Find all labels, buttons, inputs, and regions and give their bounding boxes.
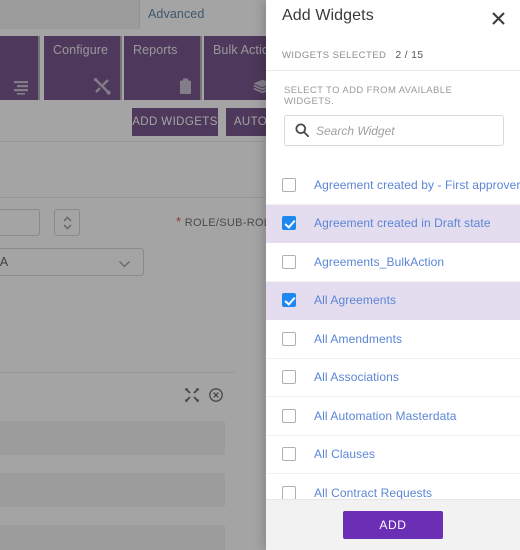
list-item-label[interactable]: All Associations (314, 370, 399, 384)
quantity-input[interactable]: 1 (0, 209, 40, 236)
nav-tile-label: Reports (133, 43, 178, 57)
nav-tile-es[interactable]: es (0, 36, 40, 100)
list-item-label[interactable]: Agreements_BulkAction (314, 255, 444, 269)
content-placeholder-row (0, 525, 225, 550)
list-item[interactable]: All Agreements (266, 281, 520, 320)
clipboard-icon (179, 78, 192, 95)
search-icon (295, 123, 309, 137)
panel-header: Add Widgets (266, 0, 520, 40)
list-item-label[interactable]: Agreement created by - First approver (314, 178, 520, 192)
widget-checkbox[interactable] (282, 447, 296, 462)
list-item[interactable]: All Contract Requests (266, 474, 520, 499)
widget-card-controls (185, 388, 223, 402)
tab-advanced[interactable]: Advanced (148, 7, 204, 21)
list-item-label[interactable]: All Amendments (314, 332, 402, 346)
content-placeholder-row (0, 421, 225, 455)
list-item-label[interactable]: All Agreements (314, 293, 396, 307)
nav-tile-reports[interactable]: Reports (124, 36, 202, 100)
close-circle-icon[interactable] (209, 388, 223, 402)
close-icon[interactable] (486, 6, 510, 30)
search-input[interactable] (285, 116, 503, 145)
list-item[interactable]: All Clauses (266, 435, 520, 474)
chevron-down-icon (118, 256, 131, 274)
page-title: Add Widgets (282, 7, 374, 24)
list-item-label[interactable]: Agreement created in Draft state (314, 216, 491, 230)
widget-checkbox[interactable] (282, 293, 296, 308)
background-divider-1 (0, 141, 268, 142)
widget-checkbox[interactable] (282, 254, 296, 269)
role-subrole-text: ROLE/SUB-ROLE (184, 217, 278, 229)
quantity-stepper[interactable] (54, 209, 80, 236)
widget-checkbox[interactable] (282, 408, 296, 423)
selected-count-label: WIDGETS SELECTED (282, 49, 387, 61)
search-container (266, 115, 520, 146)
required-marker: * (176, 214, 182, 229)
selected-count-value: 2 / 15 (395, 49, 424, 61)
background-topbar: Advanced (0, 0, 268, 32)
content-placeholder-row (0, 473, 225, 507)
widget-checkbox[interactable] (282, 331, 296, 346)
widget-checkbox[interactable] (282, 216, 296, 231)
background-tab-inactive[interactable] (0, 0, 140, 29)
tools-icon (93, 77, 112, 95)
add-widgets-panel: Add Widgets WIDGETS SELECTED 2 / 15 SELE… (266, 0, 520, 550)
widget-checkbox[interactable] (282, 370, 296, 385)
nav-tile-configure[interactable]: Configure (44, 36, 122, 100)
role-subrole-label: * ROLE/SUB-ROLE (176, 214, 278, 229)
add-widgets-button[interactable]: ADD WIDGETS (132, 108, 218, 136)
nav-tile-label: Configure (53, 43, 109, 57)
list-item[interactable]: Agreement created by - First approver (266, 166, 520, 205)
list-lines-icon (12, 79, 30, 95)
list-item[interactable]: Agreement created in Draft state (266, 204, 520, 243)
list-item-label[interactable]: All Clauses (314, 447, 375, 461)
add-button[interactable]: ADD (343, 511, 443, 539)
selected-count-bar: WIDGETS SELECTED 2 / 15 (266, 40, 520, 71)
dashboard-widget-card (0, 372, 235, 550)
widget-checkbox[interactable] (282, 485, 296, 499)
instruction-text: SELECT TO ADD FROM AVAILABLE WIDGETS. (284, 85, 453, 107)
list-item[interactable]: Agreements_BulkAction (266, 243, 520, 282)
widget-checkbox[interactable] (282, 177, 296, 192)
panel-footer: ADD (266, 500, 520, 550)
expand-icon[interactable] (185, 388, 199, 402)
list-item-label[interactable]: All Contract Requests (314, 486, 432, 499)
search-box[interactable] (284, 115, 504, 146)
list-item-label[interactable]: All Automation Masterdata (314, 409, 457, 423)
widget-list[interactable]: Agreement created by - First approver Ag… (266, 166, 520, 500)
list-item[interactable]: All Associations (266, 358, 520, 397)
list-item[interactable]: All Automation Masterdata (266, 397, 520, 436)
app-root: Advanced es Configure (0, 0, 520, 550)
background-divider-2 (0, 197, 268, 198)
list-item[interactable]: All Amendments (266, 320, 520, 359)
